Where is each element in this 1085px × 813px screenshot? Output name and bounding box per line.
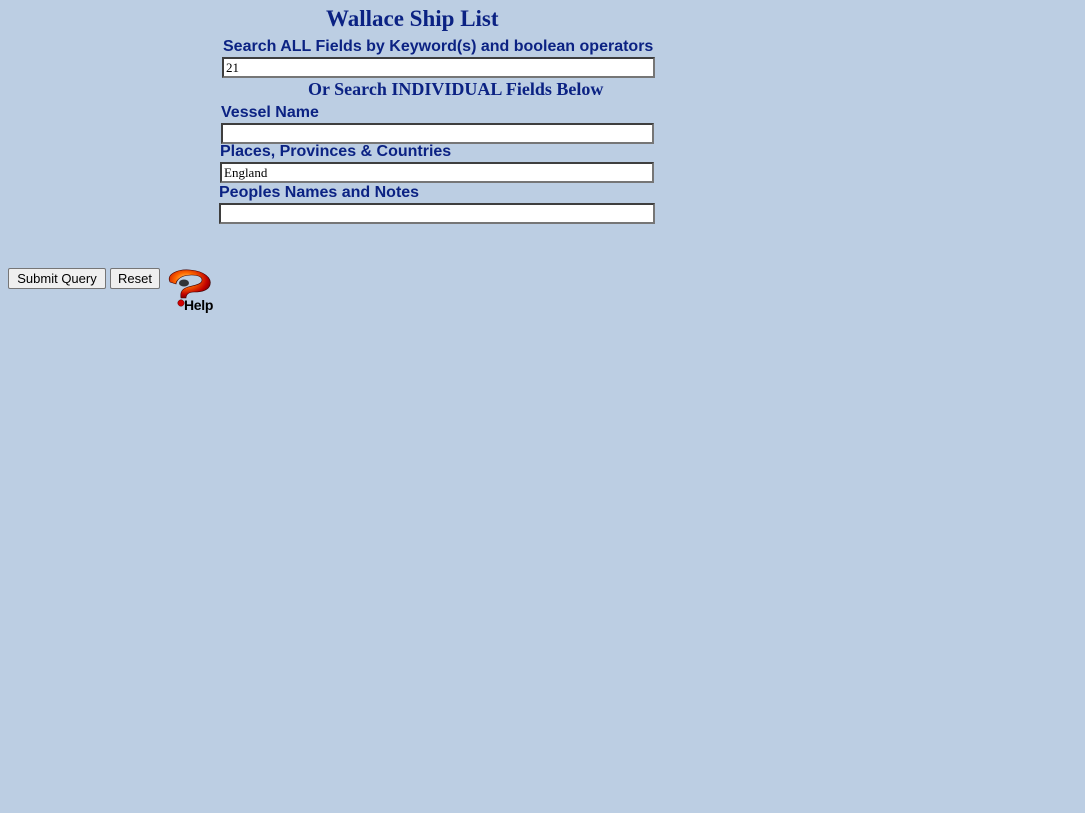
page-title: Wallace Ship List [326,6,499,31]
search-all-input[interactable] [222,57,655,78]
places-input[interactable] [220,162,654,183]
vessel-name-label: Vessel Name [221,104,319,121]
search-all-label: Search ALL Fields by Keyword(s) and bool… [223,38,654,55]
individual-fields-heading: Or Search INDIVIDUAL Fields Below [308,79,604,99]
vessel-name-input[interactable] [221,123,654,144]
reset-button[interactable]: Reset [110,268,160,289]
places-label: Places, Provinces & Countries [220,143,452,160]
peoples-names-input[interactable] [219,203,655,224]
help-button[interactable]: Help [164,268,220,316]
peoples-names-label: Peoples Names and Notes [219,184,420,201]
help-label: Help [184,297,214,313]
submit-query-button[interactable]: Submit Query [8,268,106,289]
